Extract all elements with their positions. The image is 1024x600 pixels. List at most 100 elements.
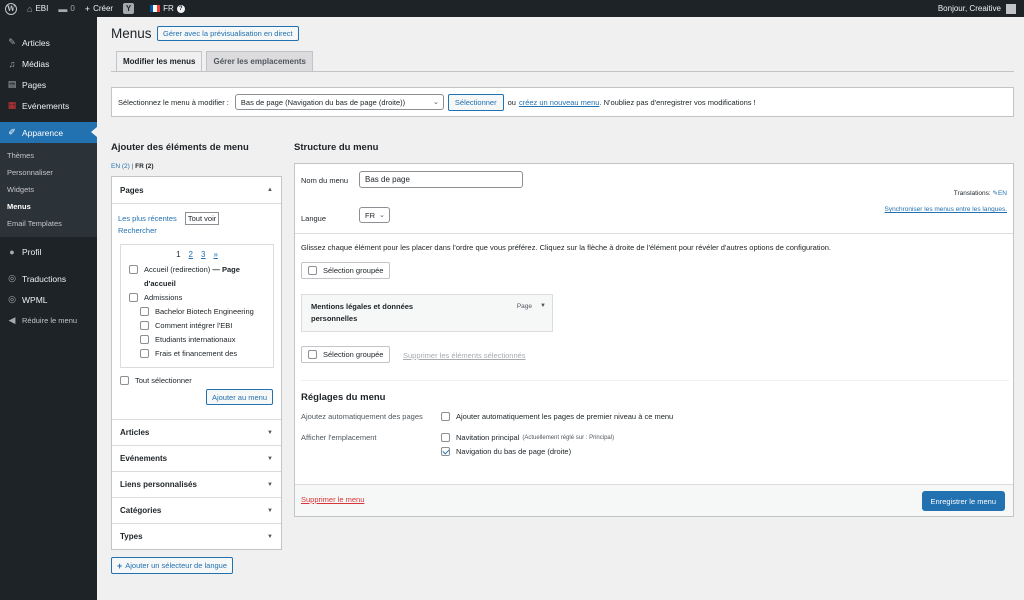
types-panel-header[interactable]: Types ▼: [112, 523, 281, 549]
drag-instructions: Glissez chaque élément pour les placer d…: [301, 243, 832, 252]
lang-filter-en[interactable]: EN (2): [111, 163, 130, 170]
calendar-icon: ▦: [7, 100, 17, 110]
auto-add-option[interactable]: Ajouter automatiquement les pages de pre…: [441, 412, 673, 421]
events-panel-header[interactable]: Evénements ▼: [112, 445, 281, 471]
site-name-link[interactable]: ⌂ EBI: [22, 0, 53, 17]
tab-most-recent[interactable]: Les plus récentes: [118, 214, 177, 223]
sidebar-item-articles[interactable]: ✎ Articles: [0, 32, 97, 53]
tab-search[interactable]: Rechercher: [118, 226, 157, 235]
page-number-link[interactable]: 2: [189, 250, 193, 259]
new-label: Créer: [93, 4, 114, 13]
sidebar-item-wpml[interactable]: ◎ WPML: [0, 289, 97, 310]
list-item[interactable]: Etudiants internationaux: [121, 333, 273, 347]
save-menu-button[interactable]: Enregistrer le menu: [921, 491, 1005, 511]
bulk-select-checkbox[interactable]: [308, 266, 317, 275]
checkbox[interactable]: [140, 307, 149, 316]
page-title: Menus: [111, 26, 152, 41]
list-item[interactable]: Accueil (redirection) — Page d'accueil: [121, 263, 273, 291]
tab-manage-locations[interactable]: Gérer les emplacements: [206, 51, 313, 72]
lang-filter-fr[interactable]: FR (2): [135, 163, 153, 170]
list-item[interactable]: Admissions: [121, 291, 273, 305]
select-all-checkbox[interactable]: [120, 376, 129, 385]
add-language-switcher-button[interactable]: + Ajouter un sélecteur de langue: [111, 557, 234, 574]
select-menu-button[interactable]: Sélectionner: [447, 93, 504, 111]
sync-menus-link[interactable]: Synchroniser les menus entre les langues…: [885, 206, 1007, 213]
delete-selected-link[interactable]: Supprimer les éléments sélectionnés: [403, 351, 526, 360]
pin-icon: ✎: [8, 37, 16, 47]
location-footer-option[interactable]: Navigation du bas de page (droite): [441, 447, 614, 456]
auto-add-checkbox[interactable]: [441, 412, 450, 421]
categories-panel-header[interactable]: Catégories ▼: [112, 497, 281, 523]
sidebar-item-medias[interactable]: ♫ Médias: [0, 53, 97, 74]
checkbox[interactable]: [129, 265, 138, 274]
list-item[interactable]: Bachelor Biotech Engineering: [121, 305, 273, 319]
tab-edit-menus[interactable]: Modifier les menus: [116, 51, 203, 72]
submenu-item-menus[interactable]: Menus: [0, 198, 97, 215]
select-all-row[interactable]: Tout sélectionner: [120, 376, 192, 385]
checkbox[interactable]: [129, 293, 138, 302]
articles-panel-header[interactable]: Articles ▼: [112, 419, 281, 445]
select-all-label: Tout sélectionner: [135, 376, 192, 385]
bulk-select-top[interactable]: Sélection groupée: [301, 262, 391, 279]
location-primary-checkbox[interactable]: [441, 433, 450, 442]
submenu-item-personnaliser[interactable]: Personnaliser: [0, 164, 97, 181]
translation-en-link[interactable]: EN: [998, 190, 1007, 197]
delete-menu-link[interactable]: Supprimer le menu: [301, 495, 364, 504]
pages-panel-body: Les plus récentes Tout voir Rechercher 1…: [112, 203, 281, 419]
submenu-item-email-templates[interactable]: Email Templates: [0, 215, 97, 232]
live-preview-button[interactable]: Gérer avec la prévisualisation en direct: [157, 26, 299, 41]
language-label: Langue: [301, 214, 327, 223]
list-item[interactable]: Frais et financement des: [121, 347, 273, 361]
auto-add-label: Ajoutez automatiquement des pages: [301, 412, 423, 421]
sidebar-item-pages[interactable]: ▤ Pages: [0, 74, 97, 95]
sidebar-item-label: Médias: [22, 58, 50, 69]
panel-title: Liens personnalisés: [120, 480, 197, 489]
comments-link[interactable]: ▬ 0: [53, 0, 79, 17]
add-to-menu-button[interactable]: Ajouter au menu: [205, 389, 273, 405]
location-label: Navitation principal: [456, 433, 520, 442]
sidebar-item-apparence[interactable]: ✐ Apparence: [0, 122, 97, 143]
plus-icon: +: [84, 3, 91, 14]
yoast-link[interactable]: Y: [118, 0, 139, 17]
menu-item-handle[interactable]: Mentions légales et données personnelles…: [301, 294, 553, 332]
language-switcher[interactable]: FR ?: [145, 0, 190, 17]
menu-select[interactable]: Bas de page (Navigation du bas de page (…: [234, 94, 444, 110]
add-language-switcher-label: Ajouter un sélecteur de langue: [125, 561, 228, 570]
bulk-select-checkbox[interactable]: [308, 350, 317, 359]
list-item[interactable]: Comment intégrer l'EBI: [121, 319, 273, 333]
tab-view-all[interactable]: Tout voir: [184, 212, 220, 225]
sidebar-item-label: Profil: [22, 246, 42, 257]
location-note: (Actuellement réglé sur : Principal): [522, 434, 615, 441]
sidebar-item-evenements[interactable]: ▦ Evénements: [0, 95, 97, 116]
auto-add-option-label: Ajouter automatiquement les pages de pre…: [456, 412, 674, 421]
submenu-item-widgets[interactable]: Widgets: [0, 181, 97, 198]
submenu-item-themes[interactable]: Thèmes: [0, 147, 97, 164]
sidebar-item-profil[interactable]: ● Profil: [0, 241, 97, 262]
menu-name-input[interactable]: Bas de page: [359, 171, 523, 188]
page-number-link[interactable]: 3: [201, 250, 205, 259]
next-page-link[interactable]: »: [213, 250, 217, 259]
checkbox[interactable]: [140, 321, 149, 330]
caret-down-icon: ▼: [267, 481, 273, 488]
pages-checklist: 1 2 3 » Accueil (redirection) — Page d'a…: [120, 244, 274, 368]
sidebar-item-traductions[interactable]: ◎ Traductions: [0, 268, 97, 289]
location-footer-checkbox[interactable]: [441, 447, 450, 456]
menu-edit-header: Nom du menu Bas de page Translations: ✎E…: [295, 164, 1013, 234]
custom-links-panel-header[interactable]: Liens personnalisés ▼: [112, 471, 281, 497]
save-reminder: . N'oubliez pas d'enregistrer vos modifi…: [599, 97, 756, 107]
language-select[interactable]: FR ⌄: [359, 207, 390, 223]
wpml-icon: ◎: [8, 294, 16, 304]
new-content-link[interactable]: + Créer: [80, 0, 118, 17]
wordpress-logo-link[interactable]: W: [0, 0, 22, 17]
checkbox[interactable]: [140, 349, 149, 358]
pages-panel-header[interactable]: Pages ▲: [112, 177, 281, 203]
create-menu-link[interactable]: créez un nouveau menu: [519, 98, 599, 107]
add-items-title: Ajouter des éléments de menu: [111, 142, 249, 153]
my-account[interactable]: Bonjour, Creaitive: [938, 3, 1024, 14]
location-primary-option[interactable]: Navitation principal (Actuellement réglé…: [441, 433, 614, 442]
bulk-select-bottom[interactable]: Sélection groupée: [301, 346, 391, 363]
caret-down-icon[interactable]: ▼: [540, 303, 546, 309]
page-label: Frais et financement des: [155, 349, 238, 358]
collapse-menu-button[interactable]: ◀ Réduire le menu: [0, 310, 97, 331]
checkbox[interactable]: [140, 335, 149, 344]
